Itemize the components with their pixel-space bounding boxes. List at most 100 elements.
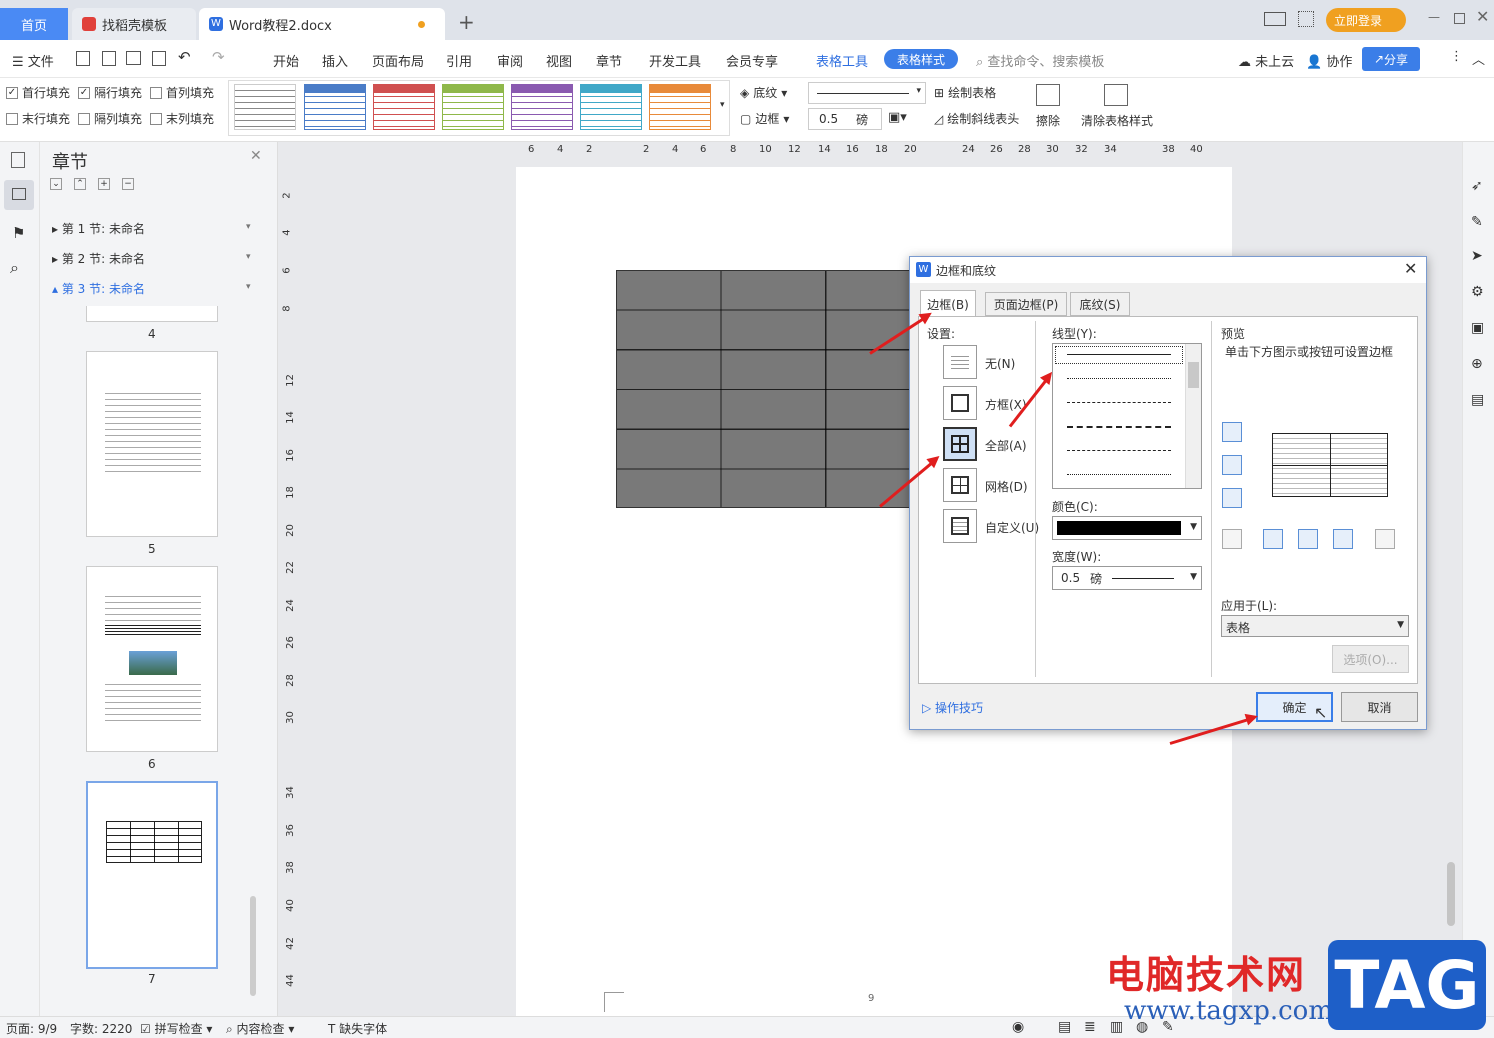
color-select[interactable]: ▼ [1052, 516, 1202, 540]
line-solid[interactable] [1067, 354, 1171, 355]
table-style-purple[interactable] [511, 84, 573, 130]
table-style-tab[interactable]: 表格样式 [884, 49, 958, 69]
tab-document[interactable]: W Word教程2.docx [199, 8, 445, 40]
chevron-down-icon[interactable]: ▾ [246, 282, 251, 292]
cloud-status[interactable]: ☁ 未上云 [1238, 51, 1294, 70]
line-dotted[interactable] [1067, 378, 1171, 379]
table-style-orange[interactable] [649, 84, 711, 130]
rocket-icon[interactable]: ➶ [1471, 178, 1483, 194]
pen-icon[interactable]: ✎ [1471, 214, 1483, 230]
panel-close-icon[interactable]: ✕ [250, 148, 262, 164]
undo-icon[interactable]: ↶ [178, 48, 191, 66]
draw-table-button[interactable]: ⊞ 绘制表格 [934, 84, 996, 101]
collapse-icon[interactable]: ⌃ [74, 178, 86, 190]
line-list-scrollbar[interactable] [1185, 344, 1201, 488]
center-border-button[interactable] [1298, 529, 1318, 549]
tab-page-border[interactable]: 页面边框(P) [985, 292, 1067, 316]
table-style-red[interactable] [373, 84, 435, 130]
read-view-icon[interactable]: ▥ [1110, 1019, 1123, 1035]
redo-icon[interactable]: ↷ [212, 48, 225, 66]
login-button[interactable]: 立即登录 [1326, 8, 1406, 32]
dialog-close-icon[interactable]: ✕ [1404, 259, 1417, 278]
tips-link[interactable]: ▷ 操作技巧 [922, 699, 983, 716]
share-button[interactable]: ↗ 分享 [1362, 47, 1420, 71]
setting-none-icon[interactable] [943, 345, 977, 379]
middle-border-button[interactable] [1222, 455, 1242, 475]
table-style-green[interactable] [442, 84, 504, 130]
line-style-select[interactable]: ▾ [808, 82, 926, 104]
last-col-fill-checkbox[interactable]: 末列填充 [150, 110, 214, 127]
content-check-button[interactable]: ⌕ 内容检查 ▾ [226, 1020, 294, 1037]
table-style-blue[interactable] [304, 84, 366, 130]
missing-font-button[interactable]: T 缺失字体 [328, 1020, 387, 1037]
section-item-2[interactable]: ▸ 第 2 节: 未命名 [52, 250, 145, 267]
shading-button[interactable]: ◈ 底纹 ▾ [740, 84, 787, 101]
image-tool-icon[interactable]: ▣ [1471, 320, 1484, 336]
eraser-icon[interactable] [1036, 84, 1060, 106]
setting-all-label[interactable]: 全部(A) [985, 437, 1027, 454]
line-style-list[interactable] [1052, 343, 1202, 489]
outline-view-icon[interactable]: ≣ [1084, 1019, 1096, 1035]
eraser-label[interactable]: 擦除 [1036, 112, 1060, 129]
outline-icon[interactable] [11, 152, 25, 168]
clear-style-label[interactable]: 清除表格样式 [1081, 112, 1153, 129]
apply-to-select[interactable]: 表格 ▼ [1221, 615, 1409, 637]
menu-item-view[interactable]: 视图 [546, 51, 572, 70]
page-thumb-5[interactable] [86, 351, 218, 537]
page-thumb-4[interactable] [86, 306, 218, 322]
right-border-button[interactable] [1333, 529, 1353, 549]
page-thumb-7[interactable] [86, 781, 218, 969]
line-dashed[interactable] [1067, 426, 1171, 428]
chevron-down-icon[interactable]: ▾ [246, 222, 251, 232]
add-section-icon[interactable]: + [98, 178, 110, 190]
section-item-1[interactable]: ▸ 第 1 节: 未命名 [52, 220, 145, 237]
line-dash-dot-dot[interactable] [1067, 474, 1171, 475]
remove-section-icon[interactable]: − [122, 178, 134, 190]
setting-custom-label[interactable]: 自定义(U) [985, 519, 1039, 536]
table-style-plain[interactable] [234, 84, 296, 130]
spell-check-button[interactable]: ☑ 拼写检查 ▾ [140, 1020, 212, 1037]
first-row-fill-checkbox[interactable]: ✓ 首行填充 [6, 84, 70, 101]
setting-grid-icon[interactable] [943, 468, 977, 502]
tab-template[interactable]: 找稻壳模板 [72, 8, 196, 40]
menu-item-insert[interactable]: 插入 [322, 51, 348, 70]
menu-item-references[interactable]: 引用 [446, 51, 472, 70]
minimize-icon[interactable]: — [1428, 10, 1440, 24]
search-box[interactable]: ⌕ 查找命令、搜索模板 [976, 51, 1104, 70]
save-icon[interactable] [76, 51, 90, 66]
doc-scrollbar[interactable] [1447, 862, 1455, 926]
menu-item-start[interactable]: 开始 [273, 51, 299, 70]
select-cursor-icon[interactable]: ➤ [1471, 248, 1483, 264]
border-preview[interactable] [1272, 433, 1388, 497]
left-border-button[interactable] [1263, 529, 1283, 549]
setting-grid-label[interactable]: 网格(D) [985, 478, 1028, 495]
chapter-nav-active[interactable] [4, 180, 34, 210]
new-tab-plus-icon[interactable]: + [458, 10, 475, 34]
gallery-more-icon[interactable]: ▾ [720, 100, 725, 110]
setting-box-icon[interactable] [943, 386, 977, 420]
tab-shading[interactable]: 底纹(S) [1070, 292, 1130, 316]
diag-down-button[interactable] [1375, 529, 1395, 549]
menu-item-page-layout[interactable]: 页面布局 [372, 51, 424, 70]
page-view-icon[interactable]: ▤ [1058, 1019, 1071, 1035]
word-count[interactable]: 字数: 2220 [70, 1020, 132, 1037]
maximize-icon[interactable] [1454, 13, 1465, 24]
border-button[interactable]: ▢ 边框 ▾ [740, 110, 789, 127]
find-icon[interactable]: ⌕ [10, 258, 19, 278]
draw-diagonal-button[interactable]: ◿ 绘制斜线表头 [934, 110, 1019, 127]
alt-col-fill-checkbox[interactable]: 隔列填充 [78, 110, 142, 127]
line-dash-dot[interactable] [1067, 450, 1171, 451]
pen-color-icon[interactable]: ▣▾ [888, 110, 907, 125]
layout-icon[interactable] [1264, 12, 1286, 26]
alt-row-fill-checkbox[interactable]: ✓ 隔行填充 [78, 84, 142, 101]
collab-button[interactable]: 👤 协作 [1306, 51, 1352, 70]
setting-all-icon[interactable] [943, 427, 977, 461]
options-button[interactable]: 选项(O)... [1332, 645, 1409, 673]
setting-custom-icon[interactable] [943, 509, 977, 543]
export-icon[interactable] [102, 51, 116, 66]
more-icon[interactable]: ⋮ [1450, 49, 1463, 64]
settings-slider-icon[interactable]: ⚙ [1471, 284, 1484, 300]
location-icon[interactable]: ⊕ [1471, 356, 1483, 372]
table-style-cyan[interactable] [580, 84, 642, 130]
collapse-ribbon-icon[interactable]: ︿ [1472, 49, 1485, 68]
